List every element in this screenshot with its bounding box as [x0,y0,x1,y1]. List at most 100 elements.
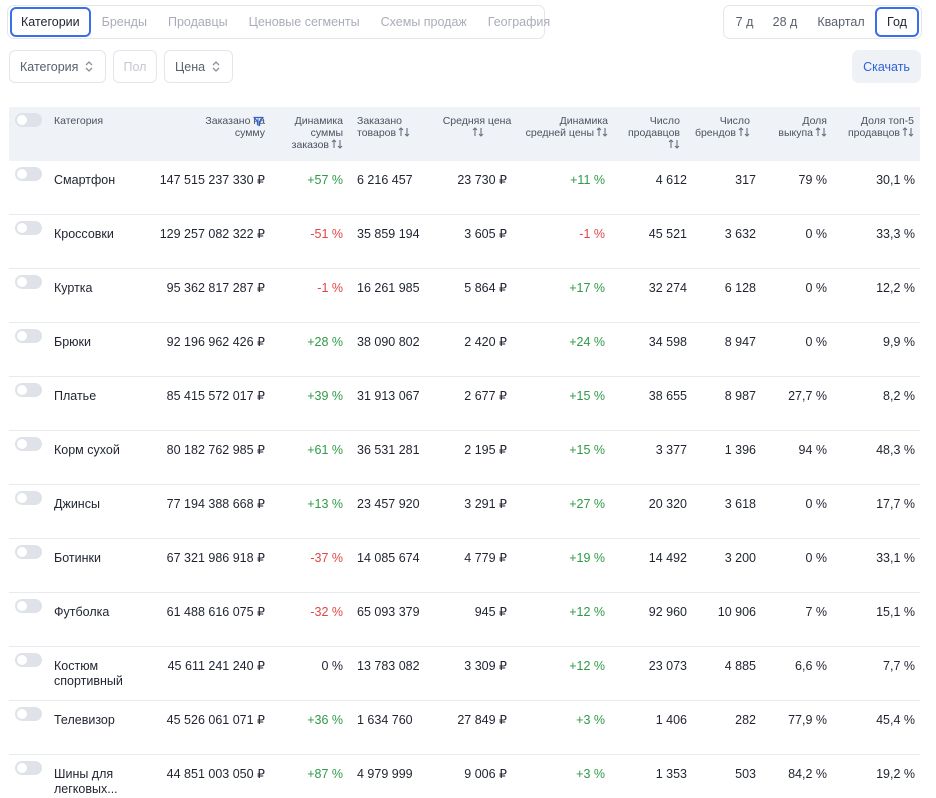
tab-brands[interactable]: Бренды [92,7,157,37]
tab-categories[interactable]: Категории [10,7,91,37]
cell-brands: 8 947 [724,335,756,349]
cell-buyout-share: 0 % [805,281,827,295]
period-7d[interactable]: 7 д [726,7,763,37]
cell-ordered-items: 36 531 281 [357,443,420,457]
select-all-toggle[interactable] [15,113,42,127]
table-row[interactable]: Ботинки 67 321 986 918 ₽ -37 % 14 085 674 4 … [9,539,920,593]
row-toggle[interactable] [15,383,42,397]
cell-category[interactable]: Брюки [54,335,154,350]
cell-sellers: 1 353 [655,767,687,781]
cell-avg-price: 27 849 ₽ [457,713,507,727]
category-filter-label: Категория [20,59,79,74]
column-header-top5-share[interactable]: Доля топ-5 продавцов [834,115,914,139]
cell-sellers: 34 598 [648,335,687,349]
sort-arrows-icon [331,139,343,149]
cell-avg-price: 2 677 ₽ [464,389,507,403]
column-header-sellers-label: Число продавцов [628,115,680,139]
column-header-brands[interactable]: Число брендов [690,115,750,139]
cell-category[interactable]: Костюм спортивный [54,659,154,689]
cell-ordered-items: 38 090 802 [357,335,420,349]
cell-avg-price-dynamics: +3 % [576,713,605,727]
chevron-updown-icon [85,60,93,73]
column-header-category[interactable]: Категория [54,115,103,127]
table-row[interactable]: Кроссовки 129 257 082 322 ₽ -51 % 35 859 19… [9,215,920,269]
column-header-ordered-items[interactable]: Заказано товаров [357,115,417,139]
row-toggle[interactable] [15,167,42,181]
table-row[interactable]: Брюки 92 196 962 426 ₽ +28 % 38 090 802 2 42… [9,323,920,377]
table-row[interactable]: Джинсы 77 194 388 668 ₽ +13 % 23 457 920 3 2… [9,485,920,539]
table-row[interactable]: Шины для легковых... 44 851 003 050 ₽ +87 … [9,755,920,798]
cell-buyout-share: 0 % [805,497,827,511]
cell-sum-dynamics: +61 % [307,443,343,457]
cell-category[interactable]: Шины для легковых... [54,767,154,797]
column-header-avg-price-label: Средняя цена [442,115,512,127]
cell-category[interactable]: Корм сухой [54,443,154,458]
row-toggle[interactable] [15,329,42,343]
row-toggle[interactable] [15,221,42,235]
cell-brands: 10 906 [717,605,756,619]
cell-buyout-share: 79 % [798,173,828,187]
tab-geography[interactable]: География [478,7,560,37]
row-toggle[interactable] [15,545,42,559]
cell-sum-dynamics: +36 % [307,713,343,727]
sort-arrows-icon [398,127,410,137]
row-toggle[interactable] [15,707,42,721]
cell-top5-share: 7,7 % [883,659,915,673]
cell-brands: 503 [735,767,756,781]
column-header-avg-price-dynamics[interactable]: Динамика средней цены [518,115,608,139]
cell-top5-share: 48,3 % [876,443,915,457]
cell-category[interactable]: Джинсы [54,497,154,512]
period-year[interactable]: Год [875,7,919,37]
column-header-buyout-share[interactable]: Доля выкупа [777,115,827,139]
cell-ordered-sum: 45 526 061 071 ₽ [166,713,265,727]
cell-ordered-items: 16 261 985 [357,281,420,295]
row-toggle[interactable] [15,599,42,613]
cell-top5-share: 45,4 % [876,713,915,727]
cell-buyout-share: 0 % [805,335,827,349]
table-row[interactable]: Смартфон 147 515 237 330 ₽ +57 % 6 216 457 2… [9,161,920,215]
tab-sales-schemes[interactable]: Схемы продаж [371,7,477,37]
column-header-sellers[interactable]: Число продавцов [620,115,680,151]
column-header-avg-price[interactable]: Средняя цена [437,115,517,139]
cell-avg-price-dynamics: +15 % [569,389,605,403]
table-row[interactable]: Куртка 95 362 817 287 ₽ -1 % 16 261 985 5 86… [9,269,920,323]
cell-category[interactable]: Куртка [54,281,154,296]
row-toggle[interactable] [15,275,42,289]
filter-icon[interactable] [253,116,264,127]
period-28d[interactable]: 28 д [763,7,807,37]
cell-category[interactable]: Платье [54,389,154,404]
cell-ordered-items: 6 216 457 [357,173,413,187]
cell-avg-price-dynamics: -1 % [579,227,605,241]
cell-avg-price: 5 864 ₽ [464,281,507,295]
cell-brands: 8 987 [724,389,756,403]
gender-filter[interactable]: Пол [113,50,157,83]
table-row[interactable]: Платье 85 415 572 017 ₽ +39 % 31 913 067 2 6… [9,377,920,431]
price-filter[interactable]: Цена [164,50,233,83]
tab-price-segments[interactable]: Ценовые сегменты [239,7,370,37]
column-header-sum-dynamics[interactable]: Динамика суммы заказов [273,115,343,151]
period-quarter[interactable]: Квартал [807,7,875,37]
download-button[interactable]: Скачать [852,50,921,83]
cell-category[interactable]: Смартфон [54,173,154,188]
row-toggle[interactable] [15,491,42,505]
table-row[interactable]: Телевизор 45 526 061 071 ₽ +36 % 1 634 760 2… [9,701,920,755]
cell-sellers: 38 655 [648,389,687,403]
row-toggle[interactable] [15,761,42,775]
cell-category[interactable]: Футболка [54,605,154,620]
cell-ordered-items: 23 457 920 [357,497,420,511]
cell-buyout-share: 84,2 % [788,767,827,781]
cell-category[interactable]: Кроссовки [54,227,154,242]
table-row[interactable]: Костюм спортивный 45 611 241 240 ₽ 0 % 13 7… [9,647,920,701]
cell-avg-price-dynamics: +12 % [569,659,605,673]
cell-ordered-sum: 77 194 388 668 ₽ [166,497,265,511]
cell-category[interactable]: Ботинки [54,551,154,566]
cell-category[interactable]: Телевизор [54,713,154,728]
tab-sellers[interactable]: Продавцы [158,7,238,37]
row-toggle[interactable] [15,653,42,667]
table-row[interactable]: Футболка 61 488 616 075 ₽ -32 % 65 093 379 9… [9,593,920,647]
row-toggle[interactable] [15,437,42,451]
category-filter[interactable]: Категория [9,50,106,83]
table-row[interactable]: Корм сухой 80 182 762 985 ₽ +61 % 36 531 28… [9,431,920,485]
sort-arrows-icon [668,139,680,149]
cell-ordered-items: 1 634 760 [357,713,413,727]
